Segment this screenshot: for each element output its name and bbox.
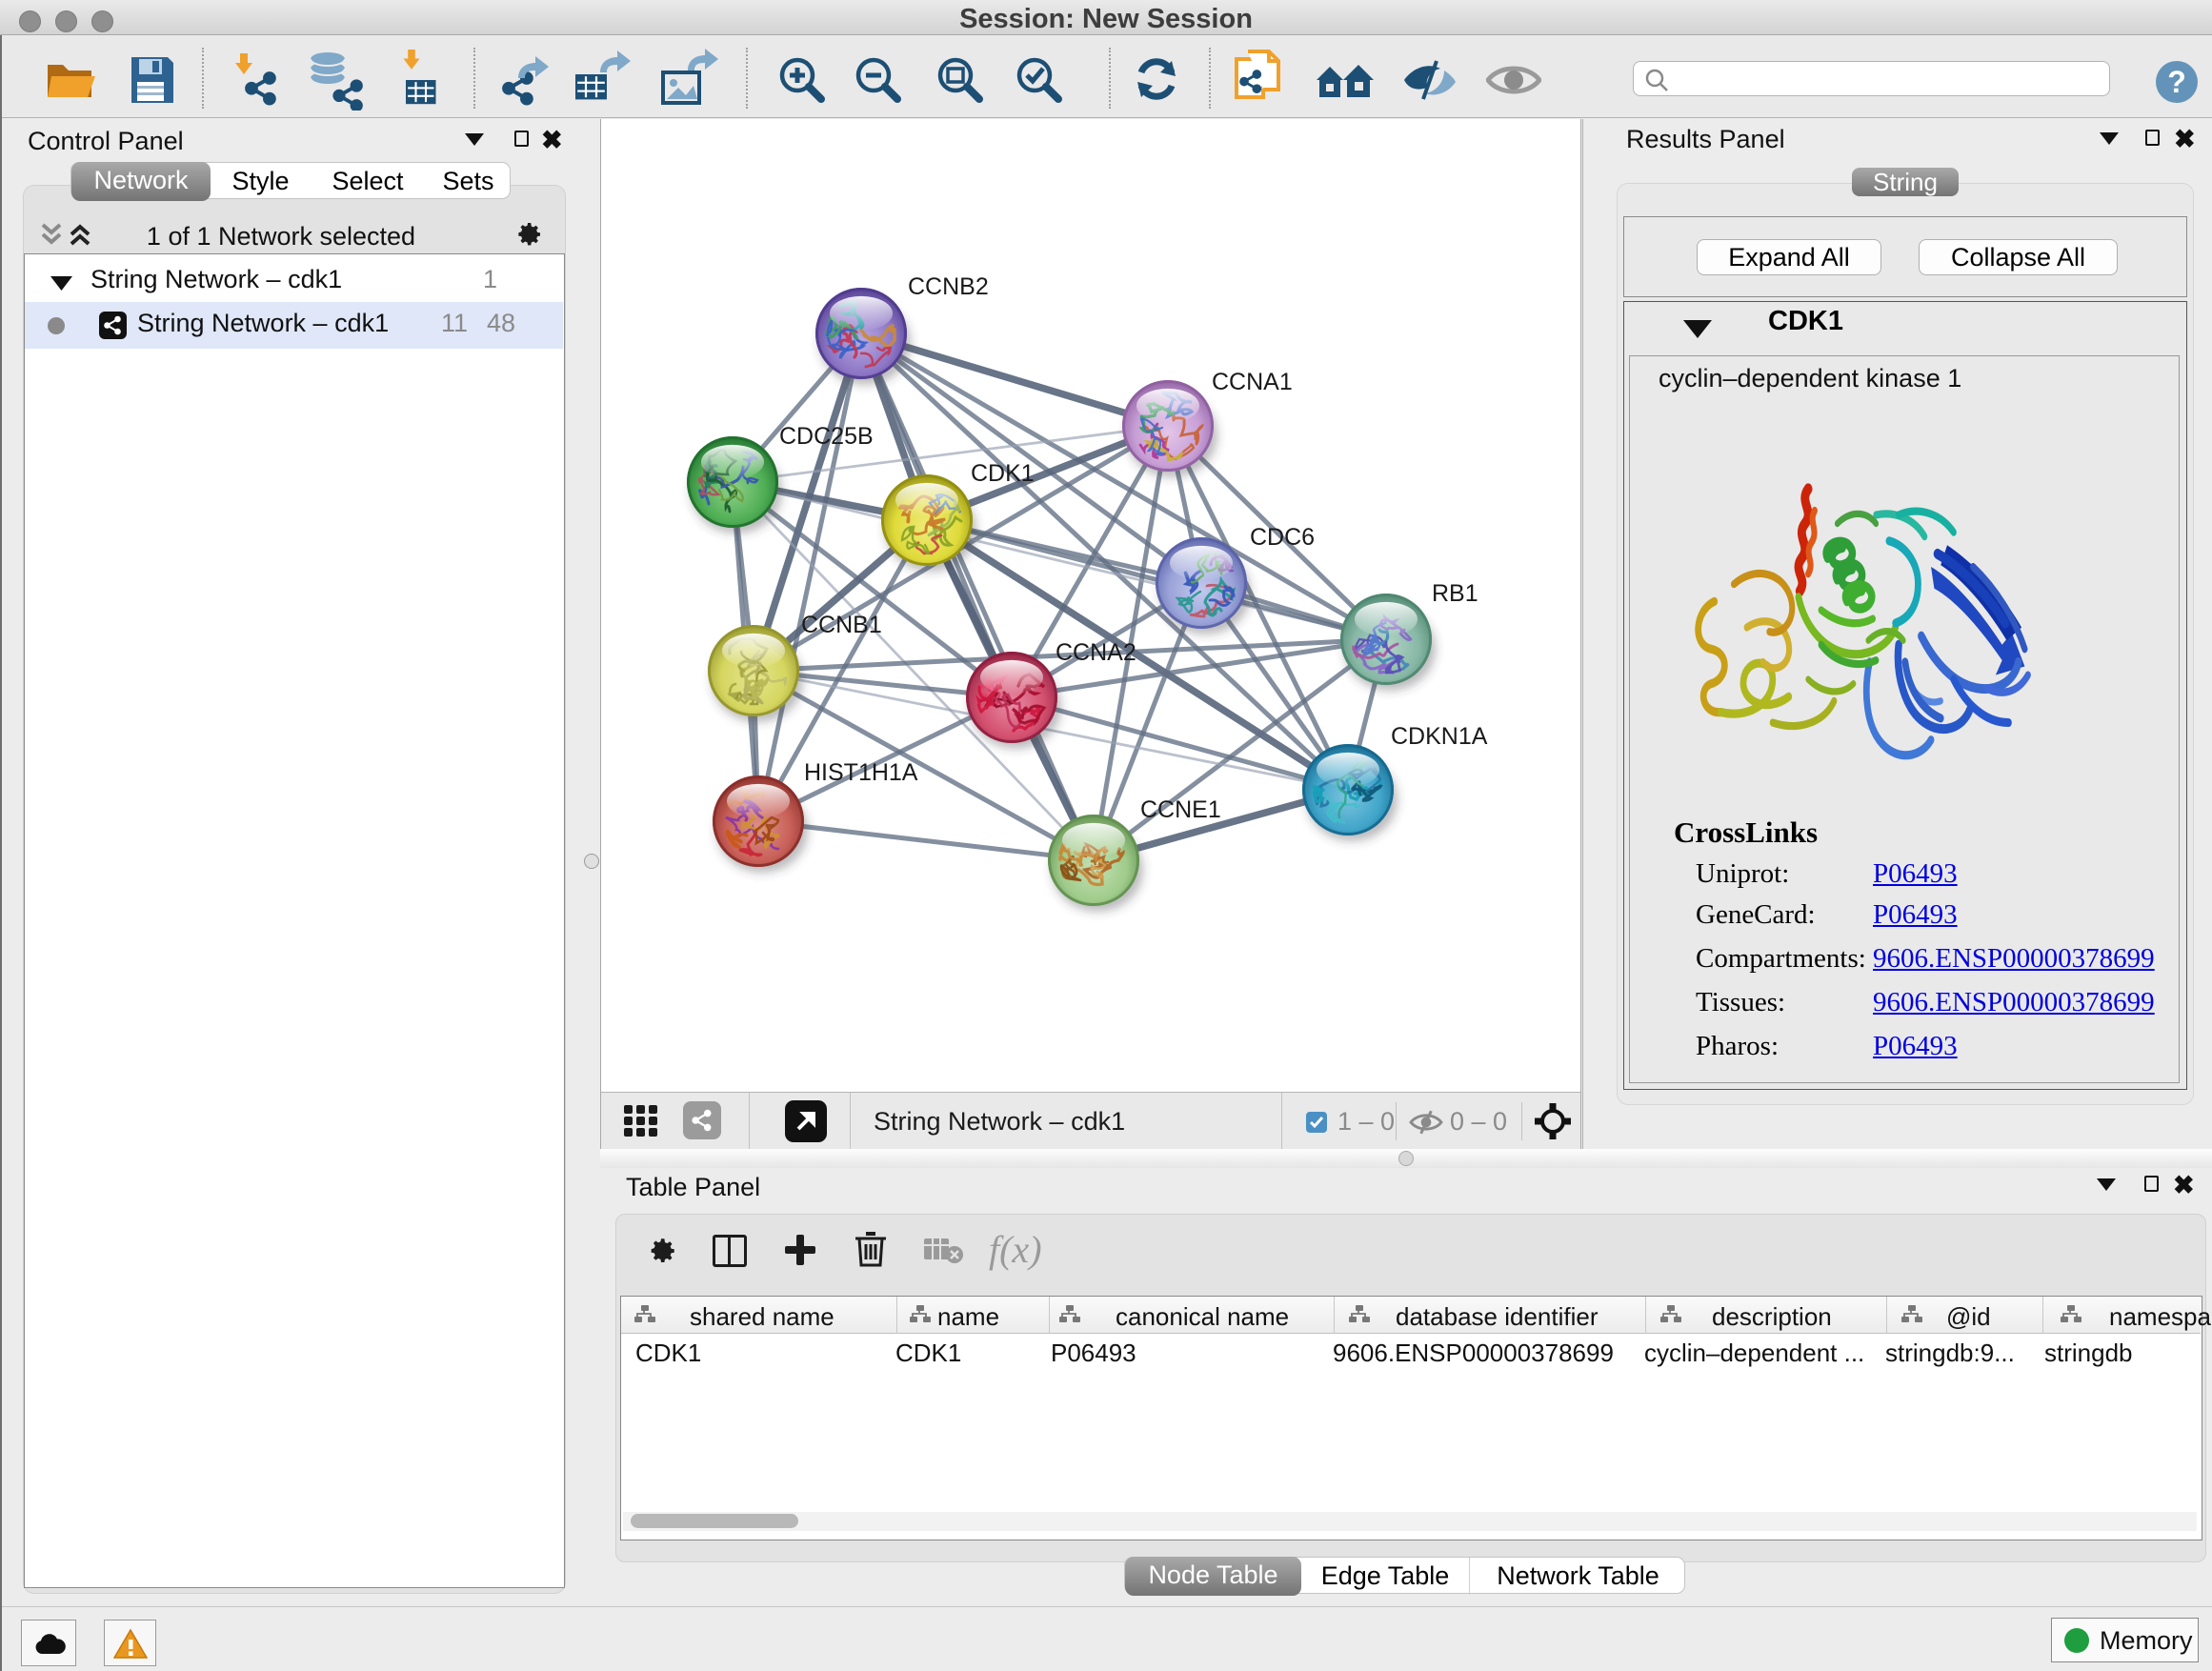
svg-text:CCNA2: CCNA2 [1056, 639, 1136, 666]
svg-text:CCNE1: CCNE1 [1140, 796, 1221, 823]
svg-text:HIST1H1A: HIST1H1A [804, 759, 918, 786]
svg-text:CDC6: CDC6 [1250, 524, 1315, 551]
svg-text:CCNB1: CCNB1 [801, 612, 882, 638]
svg-text:CDC25B: CDC25B [779, 423, 874, 450]
svg-text:CDKN1A: CDKN1A [1391, 723, 1488, 750]
svg-text:CCNB2: CCNB2 [908, 273, 989, 300]
svg-text:CDK1: CDK1 [971, 460, 1035, 487]
svg-text:RB1: RB1 [1432, 580, 1478, 607]
svg-text:CCNA1: CCNA1 [1212, 369, 1293, 395]
